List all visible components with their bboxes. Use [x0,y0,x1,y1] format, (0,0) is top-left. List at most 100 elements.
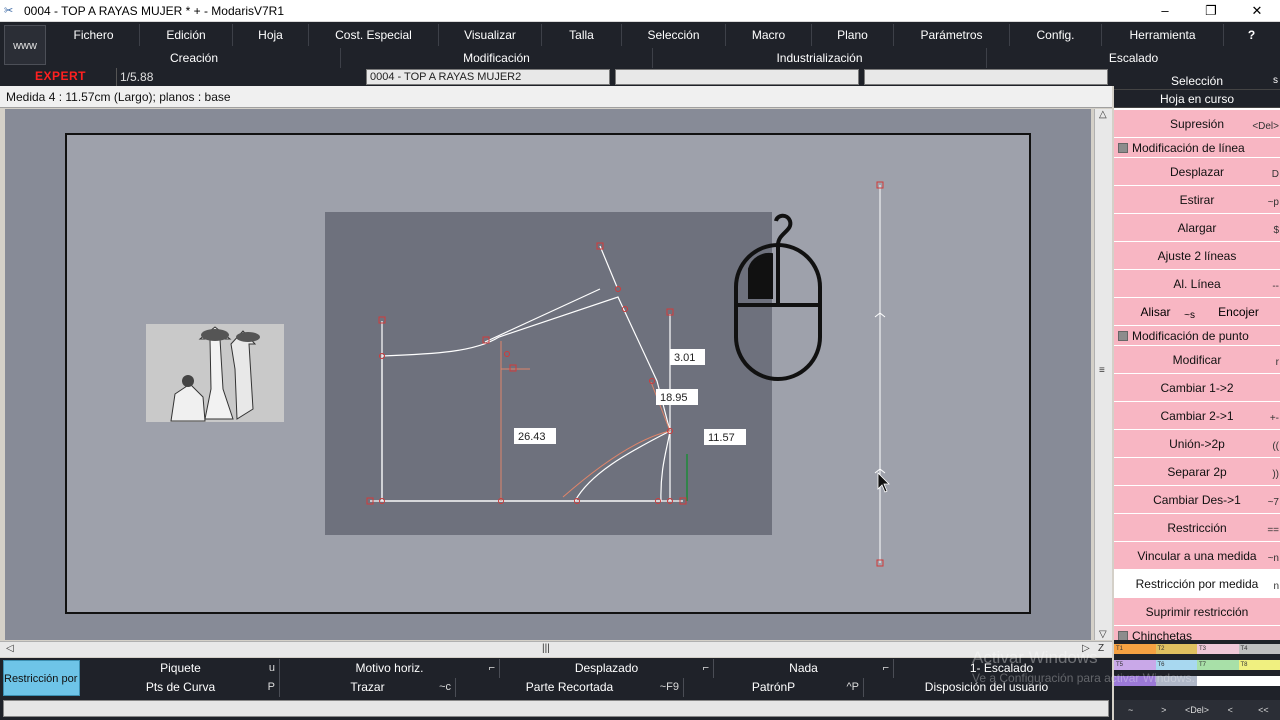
section-checkbox[interactable] [1118,331,1128,341]
scroll-up-icon[interactable]: △ [1099,109,1107,120]
tool-desplazar-button[interactable]: Desplazar D [1114,158,1280,186]
tool-label: Separar 2p [1167,465,1227,479]
br-button-2[interactable]: > [1147,700,1180,720]
tool-shortcut: (( [1272,441,1279,452]
tool-encojer-button[interactable]: Encojer [1197,298,1280,325]
horizontal-scrollbar[interactable]: ◁ ||| ▷ Z [0,641,1112,657]
menu-talla[interactable]: Talla [542,24,622,46]
tab-escalado[interactable]: Escalado [987,48,1280,68]
scale-indicator: 1/5.88 [116,68,362,86]
menu-plano[interactable]: Plano [812,24,894,46]
section-modificacion-de-linea[interactable]: Modificación de línea [1114,138,1280,158]
measure-label-4: 11.57 [708,432,735,444]
vertical-scrollbar[interactable]: △ ≡ ▽ [1094,109,1112,640]
tool-patronp[interactable]: PatrónP ^P [684,678,864,697]
tool-cambiar-des-1-button[interactable]: Cambiar Des->1 ~7 [1114,486,1280,514]
tool-pts-de-curva[interactable]: Pts de Curva P [82,678,280,697]
swatch-t3[interactable]: T3 [1197,644,1239,654]
tool-shortcut: r [1275,357,1279,368]
swatch-t5[interactable]: T5 [1114,660,1156,670]
tool-piquete[interactable]: Piquete u [82,659,280,678]
tool-al-linea-button[interactable]: Al. Línea -- [1114,270,1280,298]
current-sheet-header[interactable]: Hoja en curso [1114,90,1280,108]
tool-motivo-horiz[interactable]: Motivo horiz. ⌐ [280,659,500,678]
hscroll-grip-icon[interactable]: ||| [542,643,550,654]
help-icon[interactable]: ? [1224,24,1279,46]
tool-label: Cambiar Des->1 [1153,493,1241,507]
menu-herramienta[interactable]: Herramienta [1102,24,1224,46]
selection-header[interactable]: Selección s [1114,72,1280,90]
drawing-canvas[interactable]: 3.01 18.95 26.43 11.57 [5,109,1091,640]
piece-name-field[interactable]: 0004 - TOP A RAYAS MUJER2 [366,69,610,85]
tool-alargar-button[interactable]: Alargar $ [1114,214,1280,242]
minimize-button[interactable]: – [1142,0,1188,22]
tab-modificacion[interactable]: Modificación [341,48,653,68]
window-controls: – ❐ ✕ [1142,0,1280,22]
menu-cost-especial[interactable]: Cost. Especial [309,24,439,46]
status-field-2[interactable] [615,69,859,85]
tool-estirar-button[interactable]: Estirar ~p [1114,186,1280,214]
br-button-4[interactable]: << [1247,700,1280,720]
swatch-t6[interactable]: T6 [1155,660,1197,670]
menu-seleccion[interactable]: Selección [622,24,726,46]
maximize-button[interactable]: ❐ [1188,0,1234,22]
tool-restriccion-button[interactable]: Restricción == [1114,514,1280,542]
section-modificacion-de-punto[interactable]: Modificación de punto [1114,326,1280,346]
tool-trazar[interactable]: Trazar ~c [280,678,456,697]
menu-fichero[interactable]: Fichero [48,24,140,46]
section-checkbox[interactable] [1118,631,1128,640]
br-button-1[interactable]: ~ [1114,700,1147,720]
expert-mode-label: EXPERT [35,69,87,83]
tool-alisar-button[interactable]: Alisar ~s [1114,298,1197,325]
modaris-app: ✂ 0004 - TOP A RAYAS MUJER * + - Modaris… [0,0,1280,720]
menu-hoja[interactable]: Hoja [233,24,309,46]
tool-supresion-button[interactable]: Supresión <Del> [1114,110,1280,138]
tool-parte-recortada[interactable]: Parte Recortada ~F9 [456,678,684,697]
tool-cambiar-1-2-button[interactable]: Cambiar 1->2 [1114,374,1280,402]
swatch-t4[interactable]: T4 [1238,644,1280,654]
section-label: Modificación de punto [1132,329,1249,343]
tool-label: Ajuste 2 líneas [1157,249,1237,263]
tool-restriccion-por-medida-button[interactable]: Restricción por medida n [1114,570,1280,598]
swatch-t7[interactable]: T7 [1197,660,1239,670]
br-button-3[interactable]: < [1214,700,1247,720]
status-field-3[interactable] [864,69,1108,85]
menu-parametros[interactable]: Parámetros [894,24,1010,46]
tool-shortcut: D [1271,169,1279,180]
tab-creacion[interactable]: Creación [48,48,341,68]
tool-shortcut: <Del> [1252,121,1279,132]
tool-label: Desplazar [1169,165,1225,179]
tool-separar-2p-button[interactable]: Separar 2p)) [1114,458,1280,486]
swatch-t8[interactable]: T8 [1238,660,1280,670]
scroll-down-icon[interactable]: ▽ [1099,629,1107,640]
section-chinchetas[interactable]: Chinchetas [1114,626,1280,640]
tool-label: Alargar [1177,221,1217,235]
canvas-svg[interactable]: 3.01 18.95 26.43 11.57 [5,109,1091,640]
scroll-left-icon[interactable]: ◁ [6,643,14,654]
tool-suprimir-restriccion-button[interactable]: Suprimir restricción [1114,598,1280,626]
menu-config[interactable]: Config. [1010,24,1102,46]
command-input[interactable] [3,700,1109,717]
close-button[interactable]: ✕ [1234,0,1280,22]
menu-macro[interactable]: Macro [726,24,812,46]
swatch-t1[interactable]: T1 [1114,644,1156,654]
tool-ajuste-2-lineas-button[interactable]: Ajuste 2 líneas [1114,242,1280,270]
scroll-grip-icon[interactable]: ≡ [1099,365,1105,376]
tool-vincular-a-una-medida-button[interactable]: Vincular a una medida ~n [1114,542,1280,570]
menu-edicion[interactable]: Edición [140,24,233,46]
zoom-icon[interactable]: Z [1098,643,1104,654]
tool-shortcut: )) [1272,469,1279,480]
model-thumbnail[interactable] [146,324,284,422]
section-checkbox[interactable] [1118,143,1128,153]
tool-nada[interactable]: Nada ⌐ [714,659,894,678]
tab-industrializacion[interactable]: Industrialización [653,48,987,68]
tool-modificar-button[interactable]: Modificar r [1114,346,1280,374]
swatch-t2[interactable]: T2 [1155,644,1197,654]
www-button[interactable]: www [4,25,46,65]
tool-union-2p-button[interactable]: Unión->2p (( [1114,430,1280,458]
active-tool-indicator[interactable]: Restricción por medida [3,660,80,696]
br-button-del[interactable]: <Del> [1180,700,1213,720]
tool-cambiar-2-1-button[interactable]: Cambiar 2->1 +- [1114,402,1280,430]
menu-visualizar[interactable]: Visualizar [439,24,542,46]
tool-desplazado[interactable]: Desplazado ⌐ [500,659,714,678]
